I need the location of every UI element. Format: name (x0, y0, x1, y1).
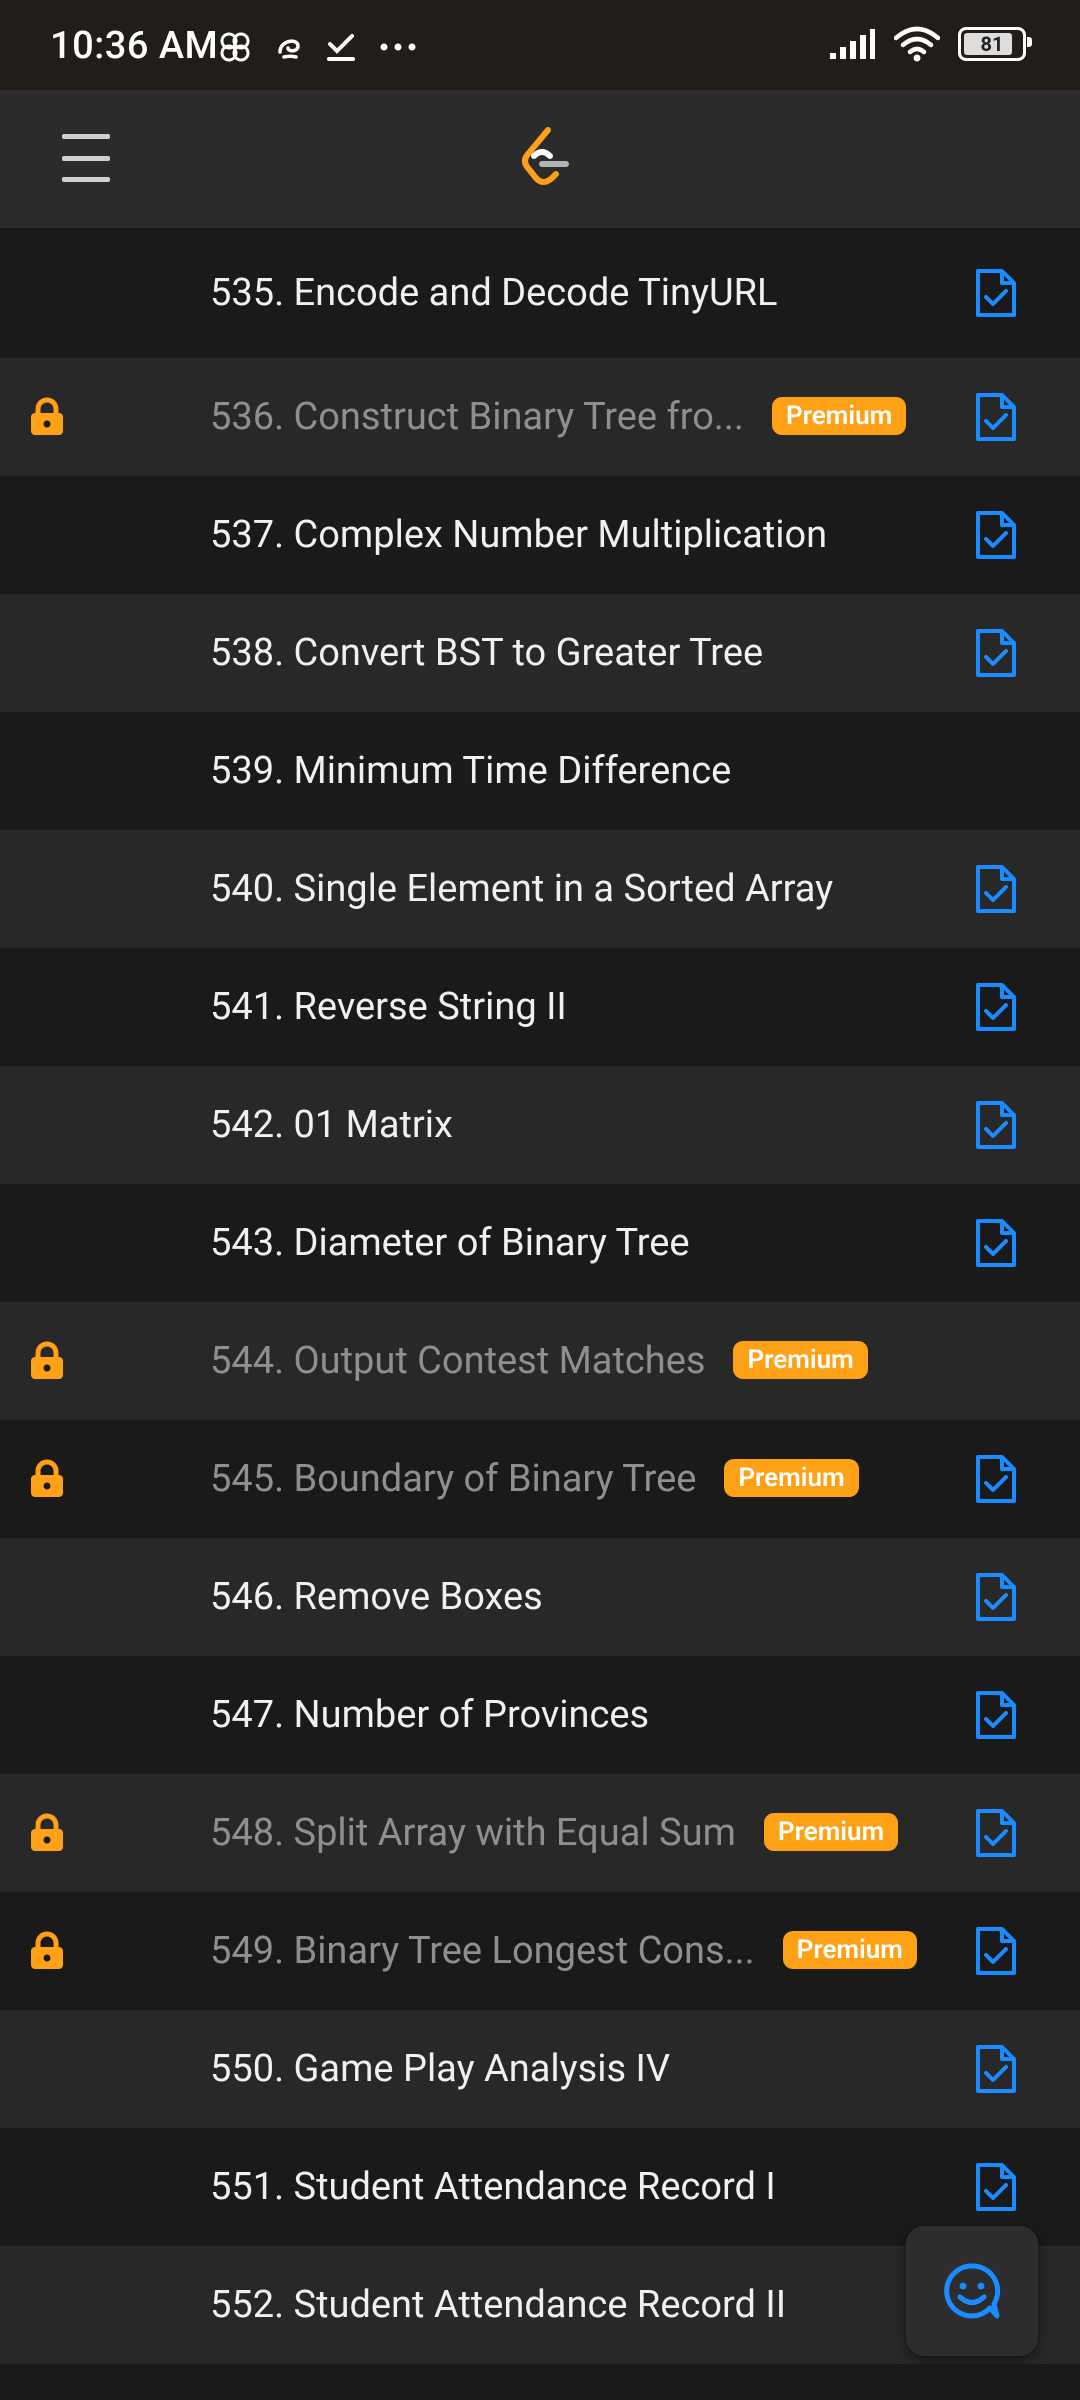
more-dots-icon (380, 43, 416, 51)
status-time: 10:36 AM (50, 24, 219, 68)
solution-document-icon[interactable] (974, 627, 1018, 679)
lock-icon (31, 1931, 63, 1969)
feedback-chat-button[interactable] (906, 2226, 1038, 2356)
problem-title-text: 552. Student Attendance Record II (210, 2283, 787, 2327)
problem-title: 538. Convert BST to Greater Tree (210, 631, 763, 675)
premium-badge: Premium (724, 1458, 859, 1497)
swirl-icon (278, 39, 300, 59)
problem-title-text: 548. Split Array with Equal Sum (210, 1811, 736, 1855)
problem-title-text: 542. 01 Matrix (210, 1103, 453, 1147)
solution-document-icon[interactable] (974, 1571, 1018, 1623)
problem-title: 543. Diameter of Binary Tree (210, 1221, 690, 1265)
lock-icon (31, 1341, 63, 1379)
problem-title: 550. Game Play Analysis IV (210, 2047, 670, 2091)
hamburger-menu-icon[interactable] (62, 134, 110, 182)
problem-title-text: 538. Convert BST to Greater Tree (210, 631, 764, 675)
solution-document-icon[interactable] (974, 1925, 1018, 1977)
problem-title-text: 541. Reverse String II (210, 985, 567, 1029)
signal-icon (830, 29, 875, 59)
leetcode-logo[interactable] (516, 126, 572, 190)
problem-row[interactable]: 536. Construct Binary Tree fro... Premium (0, 358, 1080, 476)
problem-row[interactable]: 535. Encode and Decode TinyURL (0, 228, 1080, 358)
wifi-icon (894, 26, 940, 62)
problem-row[interactable]: 544. Output Contest Matches Premium (0, 1302, 1080, 1420)
solution-document-icon[interactable] (974, 2043, 1018, 2095)
problem-title: 546. Remove Boxes (210, 1575, 543, 1619)
problem-title: 541. Reverse String II (210, 985, 567, 1029)
problem-row[interactable]: 546. Remove Boxes (0, 1538, 1080, 1656)
battery-level: 81 (980, 32, 1004, 56)
problem-row[interactable]: 547. Number of Provinces (0, 1656, 1080, 1774)
problem-title-text: 537. Complex Number Multiplication (210, 513, 828, 557)
solution-document-icon[interactable] (974, 509, 1018, 561)
lock-icon (31, 397, 63, 435)
problem-title-text: 545. Boundary of Binary Tree (210, 1457, 697, 1501)
problem-title: 547. Number of Provinces (210, 1693, 649, 1737)
problem-title-text: 549. Binary Tree Longest Cons... (210, 1929, 755, 1973)
lock-icon (31, 1459, 63, 1497)
problem-title: 540. Single Element in a Sorted Array (210, 867, 833, 911)
premium-badge: Premium (771, 396, 907, 435)
solution-document-icon[interactable] (974, 391, 1018, 443)
problem-row[interactable]: 538. Convert BST to Greater Tree (0, 594, 1080, 712)
problem-title: 535. Encode and Decode TinyURL (210, 271, 778, 315)
problem-row[interactable]: 537. Complex Number Multiplication (0, 476, 1080, 594)
problem-list: 535. Encode and Decode TinyURL 536. Const… (0, 228, 1080, 2364)
problem-row[interactable]: 540. Single Element in a Sorted Array (0, 830, 1080, 948)
problem-row[interactable]: 548. Split Array with Equal Sum Premium (0, 1774, 1080, 1892)
status-notification-icons (218, 30, 418, 64)
status-bar: 10:36 AM 81 (0, 0, 1080, 90)
solution-document-icon[interactable] (974, 863, 1018, 915)
problem-title-text: 536. Construct Binary Tree fro... (210, 395, 744, 439)
solution-document-icon[interactable] (974, 1689, 1018, 1741)
solution-document-icon[interactable] (974, 267, 1018, 319)
solution-document-icon[interactable] (974, 1217, 1018, 1269)
problem-row[interactable]: 539. Minimum Time Difference (0, 712, 1080, 830)
problem-title: 539. Minimum Time Difference (210, 749, 731, 793)
problem-row[interactable]: 550. Game Play Analysis IV (0, 2010, 1080, 2128)
premium-badge: Premium (733, 1340, 868, 1379)
pinwheel-icon (220, 32, 250, 62)
problem-title-text: 544. Output Contest Matches (210, 1339, 706, 1383)
premium-badge: Premium (763, 1812, 899, 1851)
problem-row[interactable]: 541. Reverse String II (0, 948, 1080, 1066)
problem-title-text: 546. Remove Boxes (210, 1575, 543, 1619)
problem-title-text: 540. Single Element in a Sorted Array (210, 867, 834, 911)
problem-title-text: 551. Student Attendance Record I (210, 2165, 776, 2209)
chat-smiley-icon (944, 2263, 1001, 2319)
problem-row[interactable]: 549. Binary Tree Longest Cons... Premium (0, 1892, 1080, 2010)
checkmark-icon (327, 34, 355, 61)
problem-title: 548. Split Array with Equal Sum Premium (210, 1811, 899, 1855)
lock-icon (31, 1813, 63, 1851)
problem-title: 552. Student Attendance Record II (210, 2283, 786, 2327)
problem-row[interactable]: 545. Boundary of Binary Tree Premium (0, 1420, 1080, 1538)
solution-document-icon[interactable] (974, 1453, 1018, 1505)
problem-title: 536. Construct Binary Tree fro... Premium (210, 395, 907, 439)
problem-row[interactable]: 542. 01 Matrix (0, 1066, 1080, 1184)
premium-badge: Premium (782, 1930, 917, 1969)
problem-title: 544. Output Contest Matches Premium (210, 1339, 868, 1383)
problem-title: 551. Student Attendance Record I (210, 2165, 776, 2209)
battery-icon: 81 (958, 27, 1032, 61)
problem-title: 542. 01 Matrix (210, 1103, 453, 1147)
problem-title-text: 539. Minimum Time Difference (210, 749, 732, 793)
problem-title-text: 543. Diameter of Binary Tree (210, 1221, 690, 1265)
solution-document-icon[interactable] (974, 1807, 1018, 1859)
problem-title: 549. Binary Tree Longest Cons... Premium (210, 1929, 917, 1973)
solution-document-icon[interactable] (974, 981, 1018, 1033)
status-system-icons: 81 (828, 26, 1032, 62)
problem-title-text: 535. Encode and Decode TinyURL (210, 271, 778, 315)
solution-document-icon[interactable] (974, 1099, 1018, 1151)
problem-title: 537. Complex Number Multiplication (210, 513, 827, 557)
problem-title-text: 550. Game Play Analysis IV (210, 2047, 671, 2091)
solution-document-icon[interactable] (974, 2161, 1018, 2213)
app-bar (0, 90, 1080, 228)
problem-title: 545. Boundary of Binary Tree Premium (210, 1457, 859, 1501)
problem-title-text: 547. Number of Provinces (210, 1693, 650, 1737)
problem-row[interactable]: 543. Diameter of Binary Tree (0, 1184, 1080, 1302)
